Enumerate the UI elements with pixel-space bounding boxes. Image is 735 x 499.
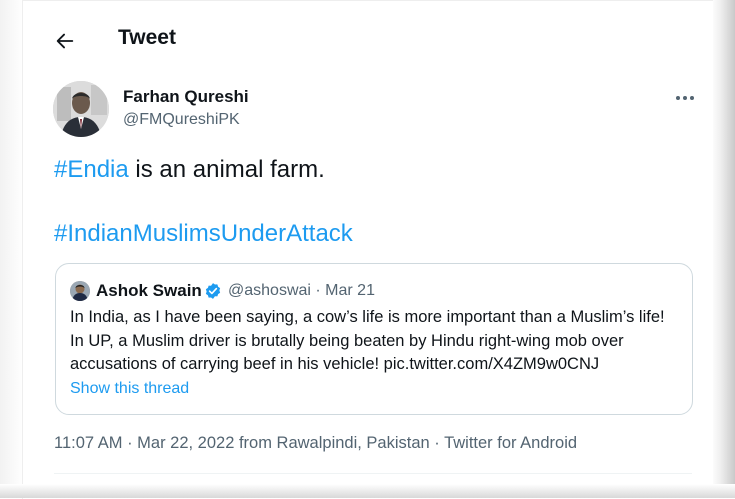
- page-edge-left: [0, 0, 24, 498]
- verified-badge-icon: [205, 283, 221, 299]
- more-horizontal-icon: [676, 96, 694, 100]
- quoted-tweet[interactable]: Ashok Swain @ashoswai · Mar 21 In India,…: [55, 263, 693, 415]
- quoted-avatar-image: [70, 281, 90, 301]
- tweet-timestamp-source[interactable]: 11:07 AM · Mar 22, 2022 from Rawalpindi,…: [54, 434, 577, 453]
- tweet-text: is an animal farm.: [128, 156, 325, 183]
- tweet-card: Tweet Farhan Qureshi @FMQureshiPK #Endia…: [22, 0, 713, 499]
- quoted-author-avatar: [70, 281, 90, 301]
- tweet-text-line2: #IndianMuslimsUnderAttack: [54, 220, 353, 248]
- more-options-button[interactable]: [673, 87, 697, 107]
- page-edge-bottom: [0, 484, 735, 498]
- show-thread-link[interactable]: Show this thread: [70, 380, 189, 398]
- page-edge-right: [711, 0, 735, 498]
- quoted-handle-date: @ashoswai · Mar 21: [228, 282, 375, 299]
- divider: [54, 473, 692, 474]
- avatar-image: [53, 81, 109, 137]
- author-name[interactable]: Farhan Qureshi: [123, 87, 249, 107]
- tweet-text-line1: #Endia is an animal farm.: [54, 156, 325, 184]
- back-button[interactable]: [51, 27, 79, 55]
- hashtag-indianmuslimsunderattack[interactable]: #IndianMuslimsUnderAttack: [54, 220, 353, 247]
- page-title: Tweet: [118, 26, 176, 49]
- arrow-left-icon: [56, 33, 74, 49]
- quoted-tweet-text: In India, as I have been saying, a cow’s…: [70, 308, 665, 373]
- quoted-author-name: Ashok Swain: [96, 281, 202, 300]
- author-avatar[interactable]: [53, 81, 109, 137]
- tweet-header: Tweet: [23, 15, 713, 65]
- hashtag-endia[interactable]: #Endia: [54, 156, 129, 183]
- author-handle[interactable]: @FMQureshiPK: [123, 111, 240, 129]
